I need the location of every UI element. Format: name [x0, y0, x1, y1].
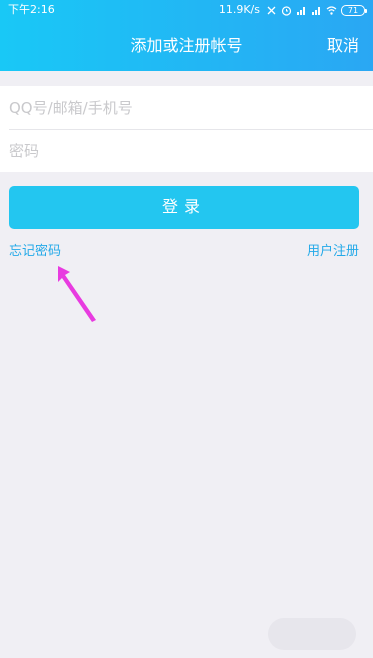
cancel-button[interactable]: 取消 — [327, 34, 359, 58]
floating-button — [268, 618, 356, 650]
account-field — [0, 86, 373, 130]
battery-icon: 71 — [341, 4, 367, 16]
signal-icon — [311, 5, 322, 16]
forgot-password-link[interactable]: 忘记密码 — [9, 243, 61, 261]
page-title: 添加或注册帐号 — [130, 36, 243, 55]
alarm-icon — [281, 5, 292, 16]
status-icons: 11.9K/s 71 — [218, 0, 367, 20]
annotation-arrow-icon — [58, 266, 96, 322]
login-form — [0, 86, 373, 172]
register-link[interactable]: 用户注册 — [307, 243, 359, 261]
status-bar: 下午2:16 11.9K/s 71 — [0, 0, 373, 20]
password-input[interactable] — [9, 129, 364, 172]
signal-hd-icon — [296, 5, 307, 16]
wifi-icon — [326, 5, 337, 16]
app-header: 下午2:16 11.9K/s 71 添加或注册帐号 取消 — [0, 0, 373, 71]
password-field — [0, 129, 373, 172]
login-button[interactable]: 登录 — [9, 186, 359, 229]
network-speed: 11.9K/s — [218, 3, 260, 16]
status-time: 下午2:16 — [8, 3, 55, 16]
vibrate-off-icon — [266, 5, 277, 16]
account-input[interactable] — [9, 86, 364, 129]
